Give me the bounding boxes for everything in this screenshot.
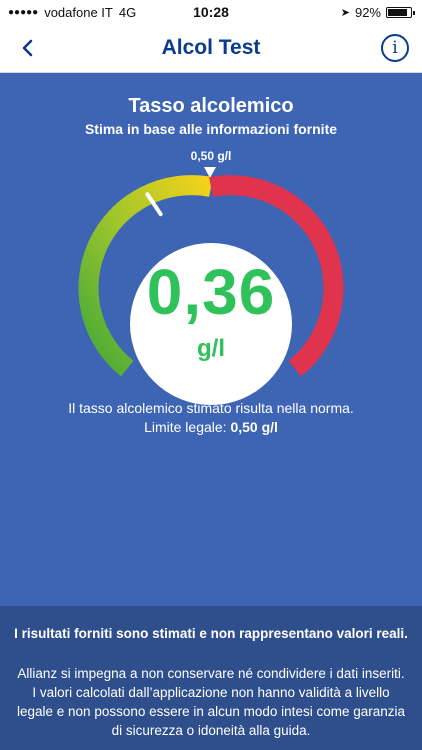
disclaimer-headline: I risultati forniti sono stimati e non r… [14, 626, 408, 641]
gauge-section: Tasso alcolemico Stima in base alle info… [0, 73, 422, 606]
status-right: ➤ 92% [340, 5, 415, 20]
info-button[interactable]: i [381, 34, 409, 62]
value-display: 0,36 g/l [130, 243, 292, 405]
disclaimer-text: Allianz si impegna a non conservare né c… [17, 666, 405, 738]
location-arrow-icon: ➤ [340, 7, 350, 19]
legal-limit-value: 0,50 g/l [230, 419, 278, 435]
disclaimer-panel: I risultati forniti sono stimati e non r… [0, 606, 422, 750]
navigation-bar: Alcol Test i [0, 26, 422, 73]
info-icon: i [392, 38, 398, 58]
alcohol-unit: g/l [197, 335, 225, 362]
status-bar: ●●●●● vodafone IT 4G 10:28 ➤ 92% [0, 0, 422, 26]
alcohol-value: 0,36 [146, 256, 276, 328]
legal-limit-prefix: Limite legale: [144, 419, 227, 435]
battery-icon [386, 7, 415, 18]
result-message: Il tasso alcolemico stimato risulta nell… [68, 400, 354, 416]
battery-percent: 92% [354, 5, 381, 20]
legal-limit-line: Limite legale: 0,50 g/l [0, 419, 422, 435]
page-title: Alcol Test [161, 36, 261, 59]
